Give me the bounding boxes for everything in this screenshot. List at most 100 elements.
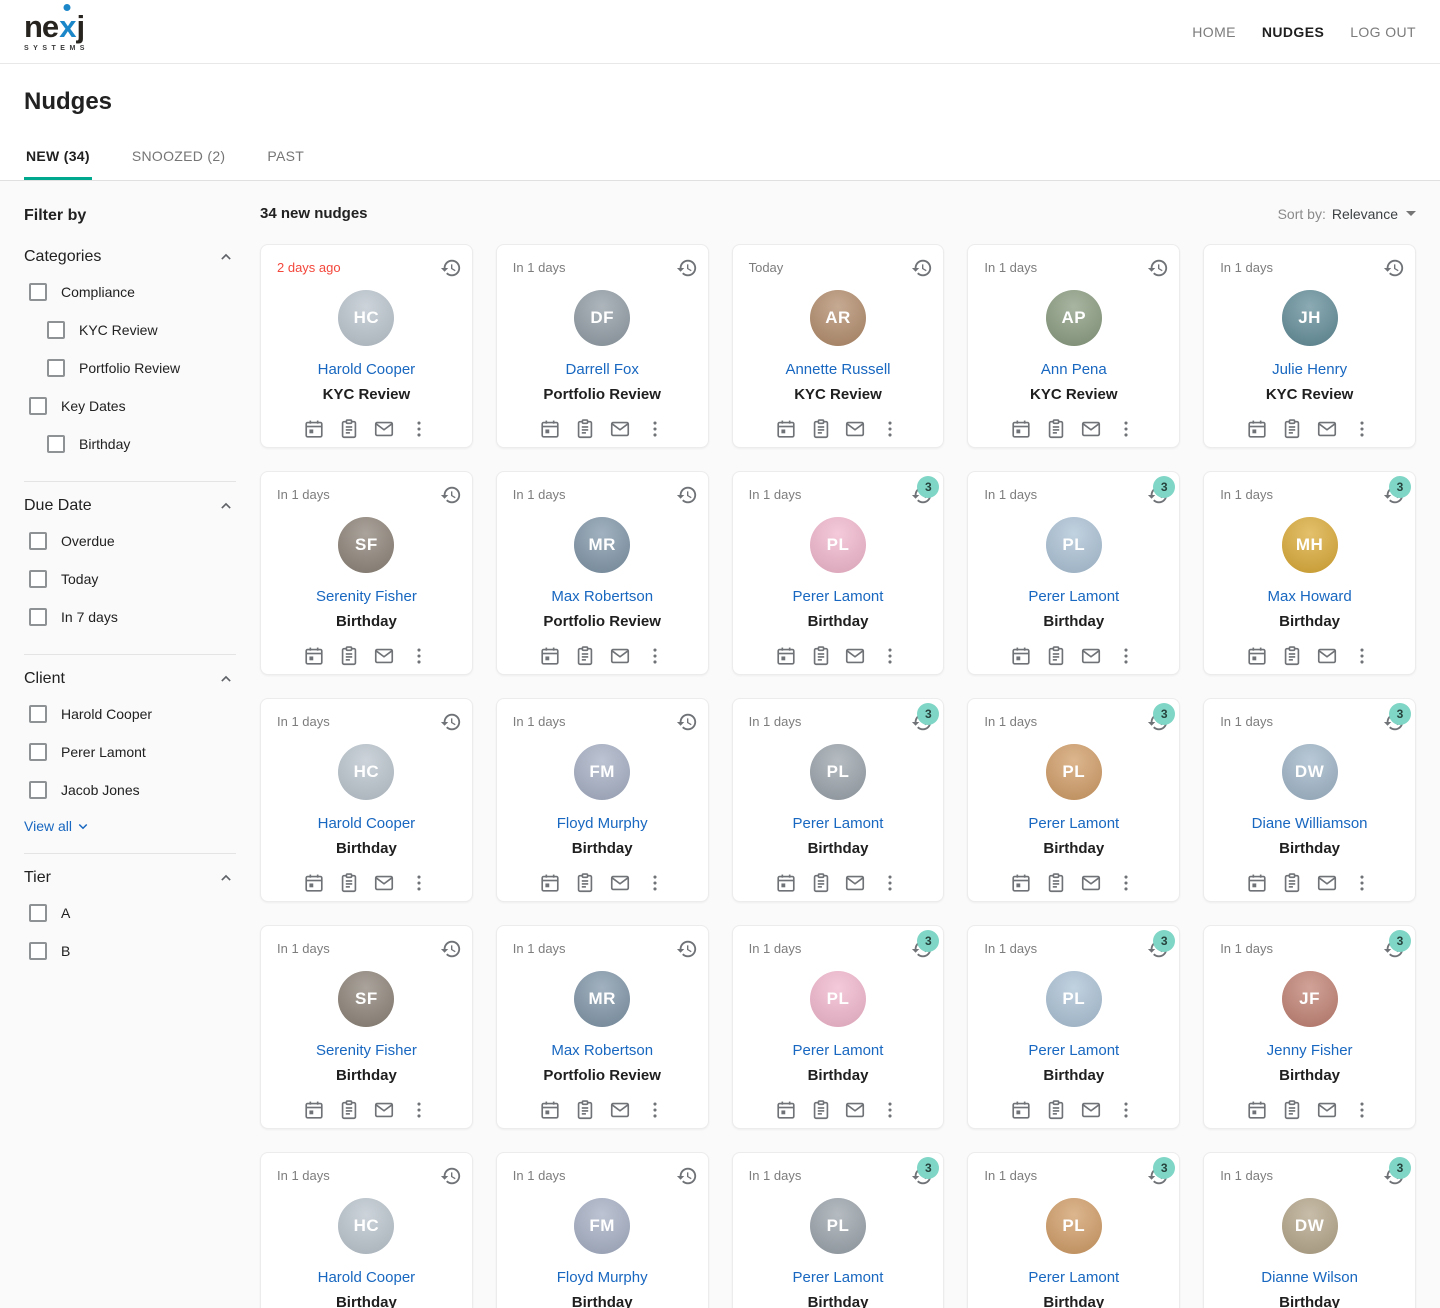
client-name-link[interactable]: Dianne Wilson bbox=[1220, 1269, 1399, 1286]
schedule-meeting-button[interactable] bbox=[303, 418, 325, 440]
snooze-button[interactable] bbox=[676, 257, 698, 279]
snooze-button[interactable] bbox=[440, 1165, 462, 1187]
send-email-button[interactable] bbox=[373, 872, 395, 894]
more-options-button[interactable] bbox=[879, 418, 901, 440]
schedule-meeting-button[interactable] bbox=[1246, 418, 1268, 440]
more-options-button[interactable] bbox=[408, 1099, 430, 1121]
client-name-link[interactable]: Max Robertson bbox=[513, 588, 692, 605]
more-options-button[interactable] bbox=[1351, 872, 1373, 894]
client-name-link[interactable]: Perer Lamont bbox=[749, 1269, 928, 1286]
client-avatar[interactable]: FM bbox=[574, 744, 630, 800]
send-email-button[interactable] bbox=[844, 645, 866, 667]
nav-link-log-out[interactable]: LOG OUT bbox=[1350, 24, 1416, 40]
client-name-link[interactable]: Max Robertson bbox=[513, 1042, 692, 1059]
checkbox[interactable] bbox=[47, 321, 65, 339]
client-avatar[interactable]: HC bbox=[338, 1198, 394, 1254]
add-note-button[interactable] bbox=[1281, 1099, 1303, 1121]
schedule-meeting-button[interactable] bbox=[539, 645, 561, 667]
snooze-button[interactable] bbox=[676, 938, 698, 960]
client-avatar[interactable]: PL bbox=[1046, 517, 1102, 573]
client-name-link[interactable]: Harold Cooper bbox=[277, 1269, 456, 1286]
send-email-button[interactable] bbox=[1316, 872, 1338, 894]
schedule-meeting-button[interactable] bbox=[1246, 872, 1268, 894]
add-note-button[interactable] bbox=[574, 418, 596, 440]
checkbox[interactable] bbox=[29, 904, 47, 922]
more-options-button[interactable] bbox=[1115, 872, 1137, 894]
tab-snoozed-2[interactable]: SNOOZED (2) bbox=[130, 138, 228, 180]
client-name-link[interactable]: Diane Williamson bbox=[1220, 815, 1399, 832]
add-note-button[interactable] bbox=[1045, 645, 1067, 667]
client-avatar[interactable]: JF bbox=[1282, 971, 1338, 1027]
schedule-meeting-button[interactable] bbox=[303, 1099, 325, 1121]
more-options-button[interactable] bbox=[879, 1099, 901, 1121]
schedule-meeting-button[interactable] bbox=[303, 872, 325, 894]
send-email-button[interactable] bbox=[844, 1099, 866, 1121]
client-name-link[interactable]: Julie Henry bbox=[1220, 361, 1399, 378]
client-name-link[interactable]: Perer Lamont bbox=[984, 815, 1163, 832]
client-avatar[interactable]: PL bbox=[810, 744, 866, 800]
filter-option-perer-lamont[interactable]: Perer Lamont bbox=[24, 733, 236, 771]
filter-option-key-dates[interactable]: Key Dates bbox=[24, 387, 236, 425]
schedule-meeting-button[interactable] bbox=[1246, 1099, 1268, 1121]
filter-option-birthday[interactable]: Birthday bbox=[24, 425, 236, 463]
filter-option-overdue[interactable]: Overdue bbox=[24, 522, 236, 560]
more-options-button[interactable] bbox=[1351, 645, 1373, 667]
client-avatar[interactable]: PL bbox=[1046, 744, 1102, 800]
send-email-button[interactable] bbox=[1080, 645, 1102, 667]
add-note-button[interactable] bbox=[810, 872, 832, 894]
filter-section-header-categories[interactable]: Categories bbox=[24, 247, 236, 267]
client-avatar[interactable]: MH bbox=[1282, 517, 1338, 573]
filter-section-header-due-date[interactable]: Due Date bbox=[24, 496, 236, 516]
client-avatar[interactable]: JH bbox=[1282, 290, 1338, 346]
snooze-button[interactable] bbox=[1383, 257, 1405, 279]
client-avatar[interactable]: DW bbox=[1282, 1198, 1338, 1254]
client-name-link[interactable]: Perer Lamont bbox=[984, 1042, 1163, 1059]
add-note-button[interactable] bbox=[338, 1099, 360, 1121]
schedule-meeting-button[interactable] bbox=[775, 1099, 797, 1121]
nav-link-nudges[interactable]: NUDGES bbox=[1262, 24, 1324, 40]
checkbox[interactable] bbox=[29, 743, 47, 761]
checkbox[interactable] bbox=[29, 705, 47, 723]
client-avatar[interactable]: PL bbox=[810, 1198, 866, 1254]
more-options-button[interactable] bbox=[644, 1099, 666, 1121]
more-options-button[interactable] bbox=[1115, 1099, 1137, 1121]
schedule-meeting-button[interactable] bbox=[775, 645, 797, 667]
more-options-button[interactable] bbox=[644, 872, 666, 894]
schedule-meeting-button[interactable] bbox=[539, 1099, 561, 1121]
more-options-button[interactable] bbox=[1115, 645, 1137, 667]
filter-option-today[interactable]: Today bbox=[24, 560, 236, 598]
snooze-button[interactable] bbox=[440, 938, 462, 960]
add-note-button[interactable] bbox=[574, 1099, 596, 1121]
client-avatar[interactable]: PL bbox=[1046, 971, 1102, 1027]
checkbox[interactable] bbox=[29, 397, 47, 415]
tab-past[interactable]: PAST bbox=[265, 138, 306, 180]
view-all-link[interactable]: View all bbox=[24, 817, 236, 835]
schedule-meeting-button[interactable] bbox=[775, 872, 797, 894]
client-name-link[interactable]: Floyd Murphy bbox=[513, 1269, 692, 1286]
filter-section-header-tier[interactable]: Tier bbox=[24, 868, 236, 888]
client-avatar[interactable]: HC bbox=[338, 744, 394, 800]
filter-option-compliance[interactable]: Compliance bbox=[24, 273, 236, 311]
send-email-button[interactable] bbox=[1080, 418, 1102, 440]
send-email-button[interactable] bbox=[1316, 418, 1338, 440]
client-name-link[interactable]: Jenny Fisher bbox=[1220, 1042, 1399, 1059]
send-email-button[interactable] bbox=[373, 1099, 395, 1121]
snooze-button[interactable] bbox=[440, 257, 462, 279]
client-name-link[interactable]: Floyd Murphy bbox=[513, 815, 692, 832]
schedule-meeting-button[interactable] bbox=[775, 418, 797, 440]
snooze-button[interactable] bbox=[676, 1165, 698, 1187]
nav-link-home[interactable]: HOME bbox=[1192, 24, 1236, 40]
client-name-link[interactable]: Max Howard bbox=[1220, 588, 1399, 605]
send-email-button[interactable] bbox=[373, 645, 395, 667]
client-name-link[interactable]: Darrell Fox bbox=[513, 361, 692, 378]
filter-option-in-7-days[interactable]: In 7 days bbox=[24, 598, 236, 636]
client-name-link[interactable]: Annette Russell bbox=[749, 361, 928, 378]
client-name-link[interactable]: Perer Lamont bbox=[749, 815, 928, 832]
client-avatar[interactable]: SF bbox=[338, 971, 394, 1027]
schedule-meeting-button[interactable] bbox=[1010, 872, 1032, 894]
snooze-button[interactable] bbox=[676, 711, 698, 733]
add-note-button[interactable] bbox=[1281, 872, 1303, 894]
client-avatar[interactable]: AR bbox=[810, 290, 866, 346]
client-avatar[interactable]: MR bbox=[574, 971, 630, 1027]
more-options-button[interactable] bbox=[408, 872, 430, 894]
